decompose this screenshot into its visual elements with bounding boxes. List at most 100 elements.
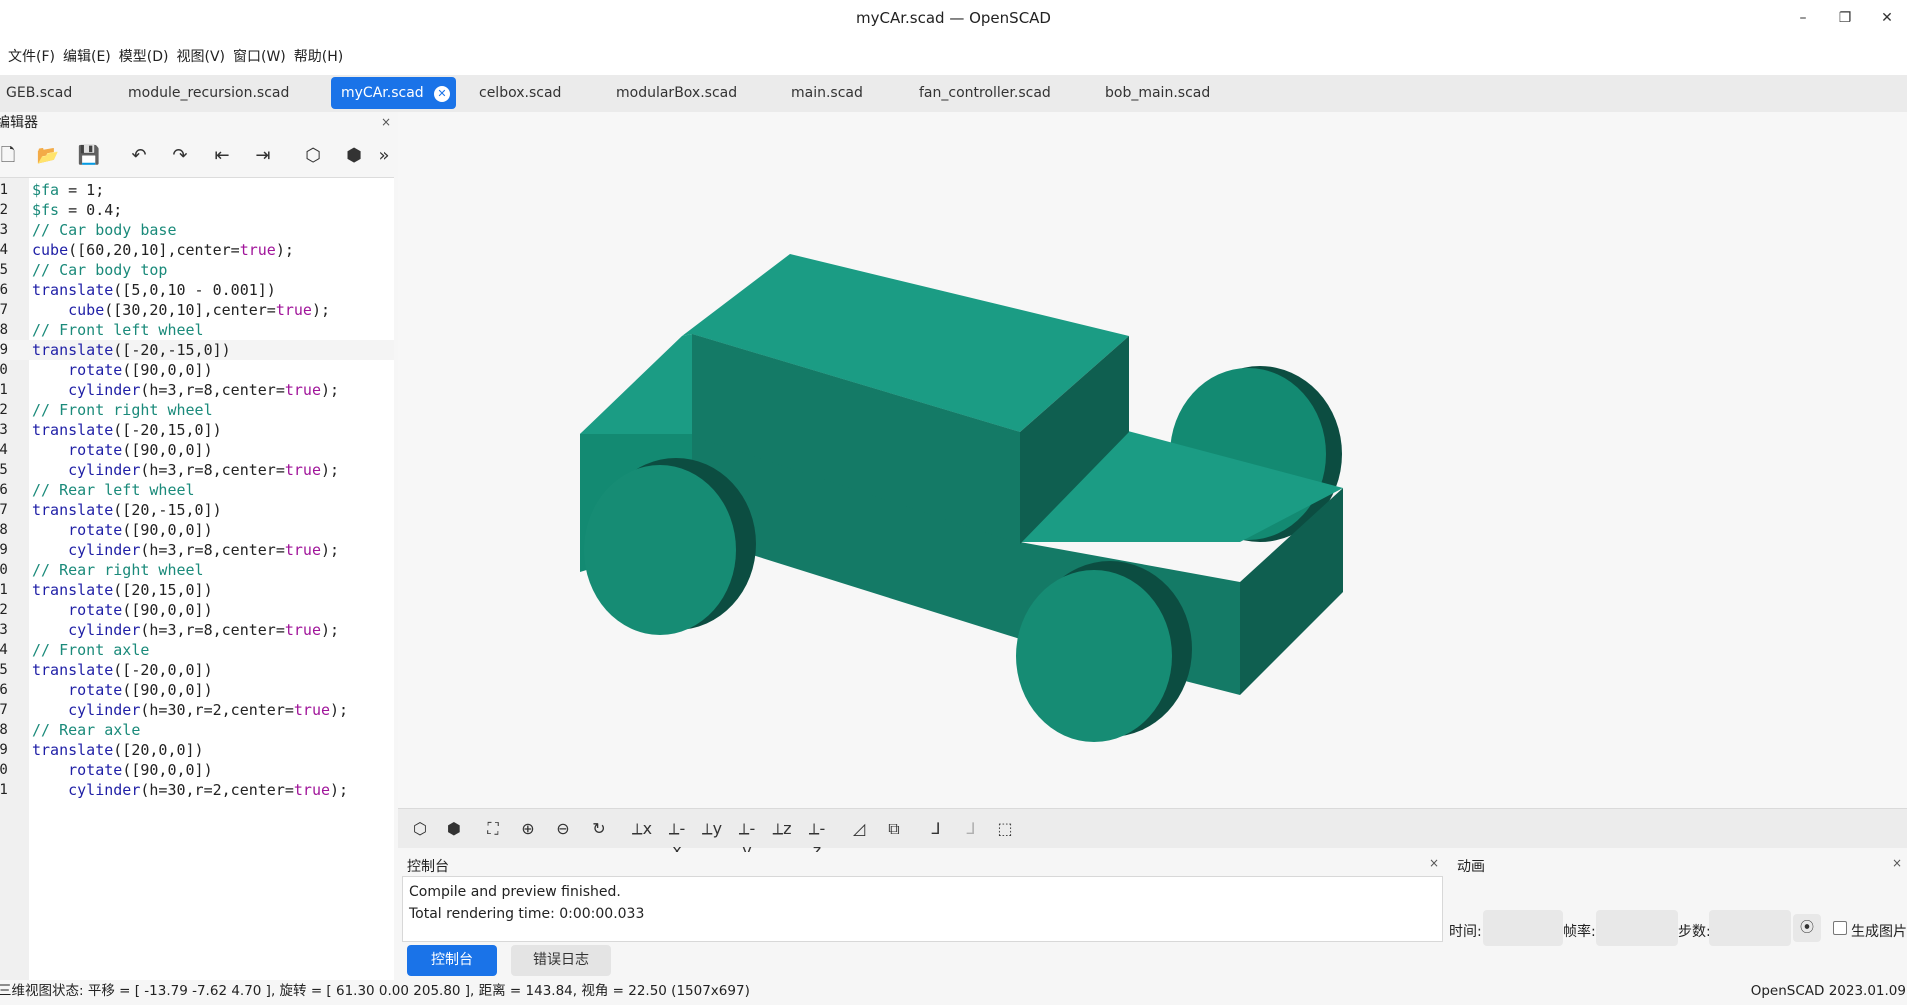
open-folder-icon[interactable]: 📂: [36, 144, 60, 168]
code-line[interactable]: 15 cylinder(h=3,r=8,center=true);: [0, 460, 394, 480]
tab-console[interactable]: 控制台: [407, 945, 497, 976]
code-line[interactable]: 12 // Front right wheel: [0, 400, 394, 420]
view-all-icon[interactable]: ⛶: [481, 818, 505, 840]
view-front-icon[interactable]: ⟂z: [770, 818, 794, 840]
more-tools-icon[interactable]: »: [376, 144, 392, 168]
tab-main[interactable]: main.scad: [781, 77, 894, 109]
code-editor[interactable]: 1 $fa = 1; 2 $fs = 0.4; 3 // Car body base 4 cu…: [0, 178, 394, 980]
code-line[interactable]: 10 rotate([90,0,0]): [0, 360, 394, 380]
time-input[interactable]: [1483, 910, 1563, 946]
tab-module-recursion[interactable]: module_recursion.scad: [118, 77, 328, 109]
editor-pane: 编辑器 × 🗋 📂 💾 ↶ ↷ ⇤ ⇥ ⬡ ⬢ » 1 $fa = 1; 2 $fs …: [0, 112, 394, 980]
view-right-icon[interactable]: ⟂x: [630, 818, 654, 840]
unindent-icon[interactable]: ⇤: [210, 144, 234, 168]
code-line[interactable]: 20 // Rear right wheel: [0, 560, 394, 580]
undo-icon[interactable]: ↶: [127, 144, 151, 168]
tab-geb[interactable]: GEB.scad: [0, 77, 104, 109]
render-icon[interactable]: ⬢: [442, 818, 466, 840]
code-line[interactable]: 23 cylinder(h=3,r=8,center=true);: [0, 620, 394, 640]
code-line[interactable]: 24 // Front axle: [0, 640, 394, 660]
view-back-icon[interactable]: ⟂-z: [805, 818, 829, 860]
code-text: $fa = 1;: [32, 181, 105, 199]
preview-icon[interactable]: ⬡: [408, 818, 432, 840]
console-message: Total rendering time: 0:00:00.033: [409, 906, 645, 922]
code-line[interactable]: 16 // Rear left wheel: [0, 480, 394, 500]
zoom-in-icon[interactable]: ⊕: [516, 818, 540, 840]
code-line[interactable]: 7 cube([30,20,10],center=true);: [0, 300, 394, 320]
code-line[interactable]: 2 $fs = 0.4;: [0, 200, 394, 220]
dump-pictures-checkbox[interactable]: [1833, 921, 1847, 935]
view-bottom-icon[interactable]: ⟂y: [700, 818, 724, 840]
code-line[interactable]: 11 cylinder(h=3,r=8,center=true);: [0, 380, 394, 400]
code-line[interactable]: 4 cube([60,20,10],center=true);: [0, 240, 394, 260]
code-line[interactable]: 25 translate([-20,0,0]): [0, 660, 394, 680]
perspective-icon[interactable]: ◿: [847, 818, 871, 840]
code-line[interactable]: 14 rotate([90,0,0]): [0, 440, 394, 460]
zoom-out-icon[interactable]: ⊖: [551, 818, 575, 840]
code-line[interactable]: 30 rotate([90,0,0]): [0, 760, 394, 780]
file-tab-bar: GEB.scad module_recursion.scad myCAr.sca…: [0, 75, 1907, 112]
code-line[interactable]: 29 translate([20,0,0]): [0, 740, 394, 760]
close-tab-icon[interactable]: ✕: [434, 86, 450, 102]
code-line[interactable]: 31 cylinder(h=30,r=2,center=true);: [0, 780, 394, 800]
window-title: myCAr.scad — OpenSCAD: [856, 9, 1051, 27]
show-axes-icon[interactable]: ⅃: [924, 818, 948, 840]
show-scale-icon[interactable]: ⅃: [959, 818, 983, 840]
tab-fan-controller[interactable]: fan_controller.scad: [909, 77, 1082, 109]
tab-modularbox[interactable]: modularBox.scad: [606, 77, 768, 109]
code-line[interactable]: 27 cylinder(h=30,r=2,center=true);: [0, 700, 394, 720]
fps-input[interactable]: [1596, 910, 1678, 946]
tab-bob-main[interactable]: bob_main.scad: [1095, 77, 1243, 109]
code-line[interactable]: 8 // Front left wheel: [0, 320, 394, 340]
code-line[interactable]: 21 translate([20,15,0]): [0, 580, 394, 600]
save-icon[interactable]: 💾: [77, 144, 101, 168]
code-line[interactable]: 26 rotate([90,0,0]): [0, 680, 394, 700]
code-line[interactable]: 19 cylinder(h=3,r=8,center=true);: [0, 540, 394, 560]
code-line[interactable]: 18 rotate([90,0,0]): [0, 520, 394, 540]
view-top-icon[interactable]: ⟂-x: [665, 818, 689, 860]
code-line[interactable]: 6 translate([5,0,10 - 0.001]): [0, 280, 394, 300]
steps-input[interactable]: [1709, 910, 1791, 946]
orthogonal-icon[interactable]: ⧉: [882, 818, 906, 840]
menu-edit[interactable]: 编辑(E): [59, 46, 115, 66]
menu-file[interactable]: 文件(F): [4, 46, 59, 66]
indent-icon[interactable]: ⇥: [251, 144, 275, 168]
code-line[interactable]: 5 // Car body top: [0, 260, 394, 280]
menu-design[interactable]: 模型(D): [115, 46, 173, 66]
menu-window[interactable]: 窗口(W): [229, 46, 290, 66]
code-line[interactable]: 3 // Car body base: [0, 220, 394, 240]
reset-view-icon[interactable]: ↻: [587, 818, 611, 840]
console-panel: 控制台 × Compile and preview finished. Tota…: [401, 852, 1444, 978]
restore-button[interactable]: ❐: [1831, 6, 1859, 30]
minimize-button[interactable]: –: [1789, 6, 1817, 30]
render-icon[interactable]: ⬢: [342, 144, 366, 168]
code-line[interactable]: 9 translate([-20,-15,0]): [0, 340, 394, 360]
pause-icon[interactable]: ⦿: [1793, 914, 1821, 942]
tab-mycar[interactable]: myCAr.scad ✕: [331, 77, 456, 109]
code-text: cylinder(h=3,r=8,center=true);: [68, 381, 340, 399]
code-line[interactable]: 13 translate([-20,15,0]): [0, 420, 394, 440]
menu-view[interactable]: 视图(V): [172, 46, 229, 66]
code-text: translate([-20,-15,0]): [32, 341, 231, 359]
line-number: 4: [0, 242, 8, 258]
new-file-icon[interactable]: 🗋: [0, 144, 20, 168]
code-line[interactable]: 1 $fa = 1;: [0, 180, 394, 200]
view-left-icon[interactable]: ⟂-y: [735, 818, 759, 860]
code-line[interactable]: 17 translate([20,-15,0]): [0, 500, 394, 520]
menu-help[interactable]: 帮助(H): [290, 46, 347, 66]
view-status-text: 三维视图状态: 平移 = [ -13.79 -7.62 4.70 ], 旋转 =…: [0, 983, 750, 999]
code-line[interactable]: 28 // Rear axle: [0, 720, 394, 740]
line-number: 18: [0, 522, 8, 538]
animation-close-icon[interactable]: ×: [1892, 856, 1902, 870]
code-line[interactable]: 22 rotate([90,0,0]): [0, 600, 394, 620]
line-number: 6: [0, 282, 8, 298]
tab-celbox[interactable]: celbox.scad: [469, 77, 593, 109]
redo-icon[interactable]: ↷: [168, 144, 192, 168]
preview-icon[interactable]: ⬡: [301, 144, 325, 168]
show-edges-icon[interactable]: ⬚: [993, 818, 1017, 840]
tab-error-log[interactable]: 错误日志: [511, 945, 611, 976]
close-window-button[interactable]: ✕: [1873, 6, 1901, 30]
3d-viewport[interactable]: [398, 112, 1907, 808]
editor-close-icon[interactable]: ×: [381, 115, 391, 129]
console-close-icon[interactable]: ×: [1429, 856, 1439, 870]
